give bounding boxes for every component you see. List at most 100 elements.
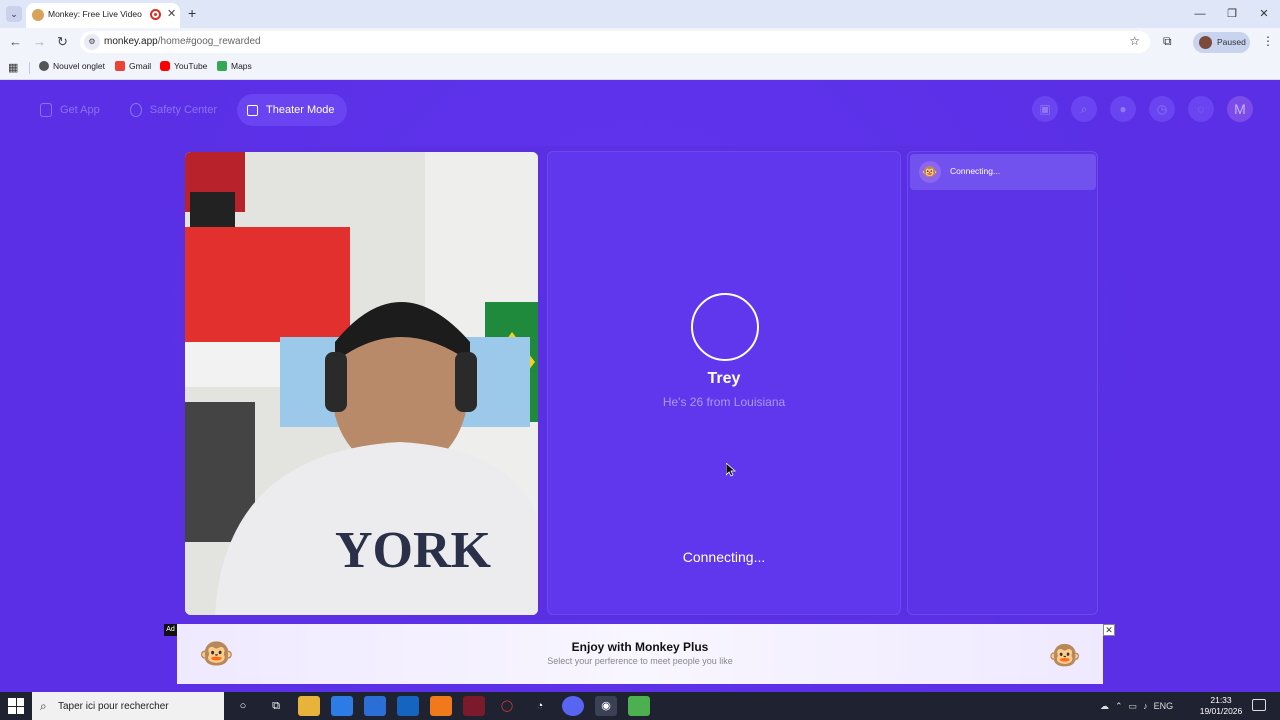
tab-search-icon[interactable]: ⌄ [6,6,22,22]
bookmark-maps[interactable]: Maps [217,61,252,71]
profile-button[interactable]: Paused [1193,32,1250,53]
apps-grid-icon[interactable]: ▦ [8,61,18,74]
weather-icon[interactable]: ☁ [1100,701,1109,712]
chevron-up-icon[interactable]: ⌃ [1115,701,1123,712]
bookmark-star-icon[interactable]: ☆ [1129,34,1140,48]
store-app-icon[interactable] [331,696,353,716]
monkey-app-page: Get App Safety Center Theater Mode ▣ ⌕ ●… [0,80,1280,692]
ad-title: Enjoy with Monkey Plus [571,640,709,654]
app-red-icon[interactable] [463,696,485,716]
mouse-cursor-icon [726,463,736,477]
partner-avatar [691,293,759,361]
app-icon[interactable] [364,696,386,716]
notifications-icon[interactable] [1252,699,1266,711]
bookmarks-bar: ▦ Nouvel onglet Gmail YouTube Maps [0,56,1280,80]
profile-status: Paused [1217,37,1246,47]
monkey-favicon-icon [32,9,44,21]
bookmark-new-tab[interactable]: Nouvel onglet [39,61,105,71]
app-dial-icon[interactable]: ◔ [529,696,551,716]
header-actions: ▣ ⌕ ● ◷ ◌ M [1032,96,1253,122]
partner-info: He's 26 from Louisiana [662,395,786,409]
bookmark-label: Nouvel onglet [53,61,105,71]
outlook-icon[interactable] [397,696,419,716]
recording-icon [150,9,161,20]
new-tab-icon [39,61,49,71]
browser-menu-icon[interactable]: ⋮ [1262,34,1274,48]
bookmark-label: Gmail [129,61,152,71]
theater-mode-label: Theater Mode [266,104,335,116]
restore-icon[interactable]: ❐ [1216,0,1248,28]
chat-panel: 🐵 Connecting... [907,151,1098,615]
bookmarks-divider [29,62,30,74]
chrome-icon[interactable]: ◉ [595,696,617,716]
chat-icon[interactable]: ◌ [1188,96,1214,122]
forward-icon[interactable]: → [33,34,46,49]
partner-name: Trey [707,370,741,387]
bookmark-label: Maps [231,61,252,71]
network-icon[interactable]: ▭ [1129,701,1138,712]
profile-avatar [1199,36,1212,49]
close-tab-icon[interactable]: ✕ [167,7,176,20]
ad-label: Ad [164,624,177,636]
address-bar[interactable]: ⚙ monkey.app/home#goog_rewarded ☆ [80,31,1150,53]
connection-status: Connecting... [682,549,766,565]
chat-status-row: 🐵 Connecting... [910,154,1096,190]
volume-icon[interactable]: ♪ [1143,701,1148,711]
get-app-button[interactable]: Get App [30,94,112,126]
extensions-icon[interactable]: ⧉ [1163,34,1172,49]
video-chat-stage: YORK Trey He's 26 from Louisiana Connect… [178,146,1102,620]
language-indicator[interactable]: ENG [1154,701,1174,711]
partner-panel: Trey He's 26 from Louisiana Connecting..… [547,151,901,615]
maps-icon [217,61,227,71]
theater-mode-button[interactable]: Theater Mode [237,94,347,126]
discord-icon[interactable] [562,696,584,716]
ad-close-icon[interactable]: ✕ [1103,624,1115,636]
chat-status-text: Connecting... [950,166,1001,176]
ad-subtitle: Select your perference to meet people yo… [547,656,733,666]
search-icon: ⌕ [40,699,47,713]
reload-icon[interactable]: ↻ [57,34,68,50]
file-explorer-icon[interactable] [298,696,320,716]
close-window-icon[interactable]: ✕ [1248,0,1280,28]
monkey-mascot-icon: 🐵 [1048,640,1081,670]
safety-center-button[interactable]: Safety Center [120,94,229,126]
youtube-icon [160,61,170,71]
back-icon[interactable]: ← [9,34,22,49]
url-path: /home#goog_rewarded [157,36,261,47]
clock-date: 19/01/2026 [1199,706,1243,716]
coin-icon[interactable]: ● [1110,96,1136,122]
history-icon[interactable]: ◷ [1149,96,1175,122]
system-clock[interactable]: 21:33 19/01/2026 [1196,695,1246,717]
new-tab-icon[interactable]: + [188,5,196,21]
get-app-label: Get App [60,104,100,116]
task-view-icon[interactable]: ⧉ [265,696,287,716]
bookmark-gmail[interactable]: Gmail [115,61,151,71]
browser-tab-bar: ⌄ Monkey: Free Live Video Ch ✕ + — ❐ ✕ [0,0,1280,28]
url-text: monkey.app/home#goog_rewarded [104,36,261,47]
app-orange-icon[interactable] [430,696,452,716]
camera-feed-illustration: YORK [185,152,538,615]
gmail-icon [115,61,125,71]
opera-icon[interactable]: ◯ [496,696,518,716]
bookmark-youtube[interactable]: YouTube [160,61,207,71]
store-icon[interactable]: ▣ [1032,96,1058,122]
expand-icon [247,104,259,116]
windows-start-icon[interactable] [8,698,24,714]
browser-tab[interactable]: Monkey: Free Live Video Ch ✕ [26,3,180,28]
system-tray: ☁ ⌃ ▭ ♪ ENG [1100,692,1173,720]
svg-text:YORK: YORK [335,522,492,579]
taskbar-search[interactable]: ⌕ Taper ici pour rechercher [32,692,224,720]
site-info-icon[interactable]: ⚙ [84,34,100,50]
minimize-icon[interactable]: — [1184,0,1216,28]
monkey-icon: 🐵 [919,161,941,183]
url-host: monkey.app [104,36,158,47]
window-controls: — ❐ ✕ [1184,0,1280,28]
cortana-icon[interactable]: ○ [232,696,254,716]
clock-time: 21:33 [1210,695,1232,705]
shield-icon [129,103,142,117]
search-icon[interactable]: ⌕ [1071,96,1097,122]
bluestacks-icon[interactable] [628,696,650,716]
ad-banner[interactable]: Ad ✕ 🐵 Enjoy with Monkey Plus Select you… [164,624,1115,684]
phone-icon [40,103,52,117]
user-avatar[interactable]: M [1227,96,1253,122]
